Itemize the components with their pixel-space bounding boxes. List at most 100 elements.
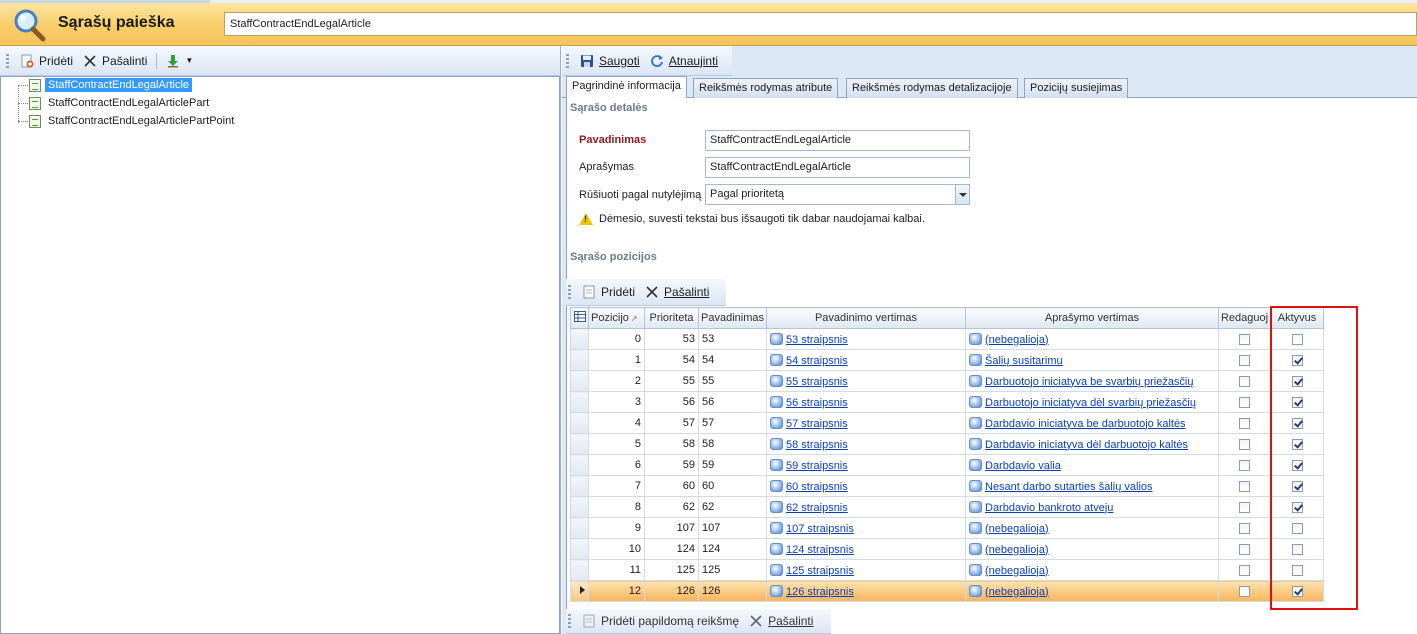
name-translation-link[interactable]: 57 straipsnis xyxy=(786,418,848,430)
cell-description-translation[interactable]: Darbdavio valia xyxy=(965,454,1219,476)
table-row[interactable]: 12 126 126 126 straipsnis (nebegalioja) xyxy=(570,580,1324,602)
table-row[interactable]: 6 59 59 59 straipsnis Darbdavio valia xyxy=(570,454,1324,476)
cell-priority[interactable]: 60 xyxy=(644,475,699,497)
name-translation-link[interactable]: 126 straipsnis xyxy=(786,586,854,598)
cell-position[interactable]: 0 xyxy=(588,328,645,350)
table-row[interactable]: 9 107 107 107 straipsnis (nebegalioja) xyxy=(570,517,1324,539)
row-indicator[interactable] xyxy=(570,580,589,602)
table-row[interactable]: 10 124 124 124 straipsnis (nebegalioja) xyxy=(570,538,1324,560)
description-translation-link[interactable]: (nebegalioja) xyxy=(985,565,1049,577)
active-checkbox[interactable] xyxy=(1291,417,1303,429)
col-name-translation[interactable]: Pavadinimo vertimas xyxy=(766,307,966,329)
cell-name-translation[interactable]: 124 straipsnis xyxy=(766,538,966,560)
name-field[interactable]: StaffContractEndLegalArticle xyxy=(705,130,970,151)
active-checkbox[interactable] xyxy=(1291,396,1303,408)
tab-positions-link[interactable]: Pozicijų susiejimas xyxy=(1024,78,1129,98)
cell-name[interactable]: 124 xyxy=(698,538,767,560)
add-extra-value-button[interactable]: Pridėti papildomą reikšmę xyxy=(577,612,744,630)
description-field[interactable]: StaffContractEndLegalArticle xyxy=(705,157,970,178)
cell-priority[interactable]: 56 xyxy=(644,391,699,413)
cell-position[interactable]: 3 xyxy=(588,391,645,413)
cell-priority[interactable]: 55 xyxy=(644,370,699,392)
active-checkbox[interactable] xyxy=(1291,333,1303,345)
table-row[interactable]: 11 125 125 125 straipsnis (nebegalioja) xyxy=(570,559,1324,581)
cell-priority[interactable]: 107 xyxy=(644,517,699,539)
active-checkbox[interactable] xyxy=(1291,375,1303,387)
editable-checkbox[interactable] xyxy=(1239,354,1250,366)
tab-detail-display[interactable]: Reikšmės rodymas detalizacijoje xyxy=(846,78,1018,98)
cell-description-translation[interactable]: Darbuotojo iniciatyva dėl svarbių prieža… xyxy=(965,391,1219,413)
description-translation-link[interactable]: (nebegalioja) xyxy=(985,586,1049,598)
row-indicator[interactable] xyxy=(570,496,589,518)
toolbar-grip[interactable] xyxy=(568,614,571,628)
table-row[interactable]: 7 60 60 60 straipsnis Nesant darbo sutarties… xyxy=(570,475,1324,497)
description-translation-link[interactable]: Darbdavio iniciatyva dėl darbuotojo kalt… xyxy=(985,439,1188,451)
cell-name-translation[interactable]: 125 straipsnis xyxy=(766,559,966,581)
row-indicator[interactable] xyxy=(570,559,589,581)
remove-position-button[interactable]: Pašalinti xyxy=(640,283,714,301)
tab-main-info[interactable]: Pagrindinė informacija xyxy=(566,76,687,99)
cell-name-translation[interactable]: 53 straipsnis xyxy=(766,328,966,350)
cell-position[interactable]: 9 xyxy=(588,517,645,539)
sort-select[interactable]: Pagal prioritetą xyxy=(705,184,970,205)
row-indicator[interactable] xyxy=(570,454,589,476)
table-row[interactable]: 5 58 58 58 straipsnis Darbdavio iniciatyva d… xyxy=(570,433,1324,455)
active-checkbox[interactable] xyxy=(1291,354,1303,366)
active-checkbox[interactable] xyxy=(1291,438,1303,450)
cell-description-translation[interactable]: Darbuotojo iniciatyva be svarbių priežas… xyxy=(965,370,1219,392)
description-translation-link[interactable]: Nesant darbo sutarties šalių valios xyxy=(985,481,1153,493)
cell-description-translation[interactable]: Darbdavio iniciatyva be darbuotojo kaltė… xyxy=(965,412,1219,434)
add-position-button[interactable]: Pridėti xyxy=(577,283,640,301)
name-translation-link[interactable]: 53 straipsnis xyxy=(786,334,848,346)
cell-name-translation[interactable]: 126 straipsnis xyxy=(766,580,966,602)
cell-name[interactable]: 125 xyxy=(698,559,767,581)
description-translation-link[interactable]: Darbuotojo iniciatyva dėl svarbių prieža… xyxy=(985,397,1196,409)
editable-checkbox[interactable] xyxy=(1239,522,1250,534)
active-checkbox[interactable] xyxy=(1291,459,1303,471)
cell-description-translation[interactable]: (nebegalioja) xyxy=(965,559,1219,581)
cell-name-translation[interactable]: 59 straipsnis xyxy=(766,454,966,476)
add-list-button[interactable]: Pridėti xyxy=(15,52,78,70)
cell-name[interactable]: 62 xyxy=(698,496,767,518)
cell-priority[interactable]: 124 xyxy=(644,538,699,560)
cell-priority[interactable]: 53 xyxy=(644,328,699,350)
cell-name-translation[interactable]: 54 straipsnis xyxy=(766,349,966,371)
cell-position[interactable]: 7 xyxy=(588,475,645,497)
name-translation-link[interactable]: 58 straipsnis xyxy=(786,439,848,451)
row-indicator[interactable] xyxy=(570,412,589,434)
editable-checkbox[interactable] xyxy=(1239,333,1250,345)
cell-description-translation[interactable]: Darbdavio bankroto atveju xyxy=(965,496,1219,518)
cell-position[interactable]: 10 xyxy=(588,538,645,560)
cell-description-translation[interactable]: (nebegalioja) xyxy=(965,538,1219,560)
cell-position[interactable]: 1 xyxy=(588,349,645,371)
active-checkbox[interactable] xyxy=(1291,501,1303,513)
name-translation-link[interactable]: 60 straipsnis xyxy=(786,481,848,493)
col-priority[interactable]: Prioriteta xyxy=(644,307,699,329)
cell-position[interactable]: 6 xyxy=(588,454,645,476)
cell-priority[interactable]: 59 xyxy=(644,454,699,476)
toolbar-grip[interactable] xyxy=(568,285,571,299)
tree-item[interactable]: StaffContractEndLegalArticle xyxy=(29,77,193,93)
row-indicator[interactable] xyxy=(570,349,589,371)
tree-item[interactable]: StaffContractEndLegalArticlePartPoint xyxy=(29,113,237,129)
row-indicator[interactable] xyxy=(570,391,589,413)
description-translation-link[interactable]: Darbdavio valia xyxy=(985,460,1061,472)
name-translation-link[interactable]: 54 straipsnis xyxy=(786,355,848,367)
name-translation-link[interactable]: 59 straipsnis xyxy=(786,460,848,472)
table-row[interactable]: 0 53 53 53 straipsnis (nebegalioja) xyxy=(570,328,1324,350)
row-indicator[interactable] xyxy=(570,517,589,539)
cell-position[interactable]: 11 xyxy=(588,559,645,581)
table-row[interactable]: 1 54 54 54 straipsnis Šalių susitarimu xyxy=(570,349,1324,371)
cell-position[interactable]: 4 xyxy=(588,412,645,434)
cell-position[interactable]: 2 xyxy=(588,370,645,392)
cell-name-translation[interactable]: 57 straipsnis xyxy=(766,412,966,434)
refresh-button[interactable]: Atnaujinti xyxy=(645,52,723,70)
editable-checkbox[interactable] xyxy=(1239,543,1250,555)
name-translation-link[interactable]: 125 straipsnis xyxy=(786,565,854,577)
name-translation-link[interactable]: 62 straipsnis xyxy=(786,502,848,514)
column-chooser-icon[interactable] xyxy=(570,307,589,329)
cell-position[interactable]: 8 xyxy=(588,496,645,518)
toolbar-grip[interactable] xyxy=(566,53,569,68)
cell-description-translation[interactable]: (nebegalioja) xyxy=(965,328,1219,350)
cell-priority[interactable]: 62 xyxy=(644,496,699,518)
